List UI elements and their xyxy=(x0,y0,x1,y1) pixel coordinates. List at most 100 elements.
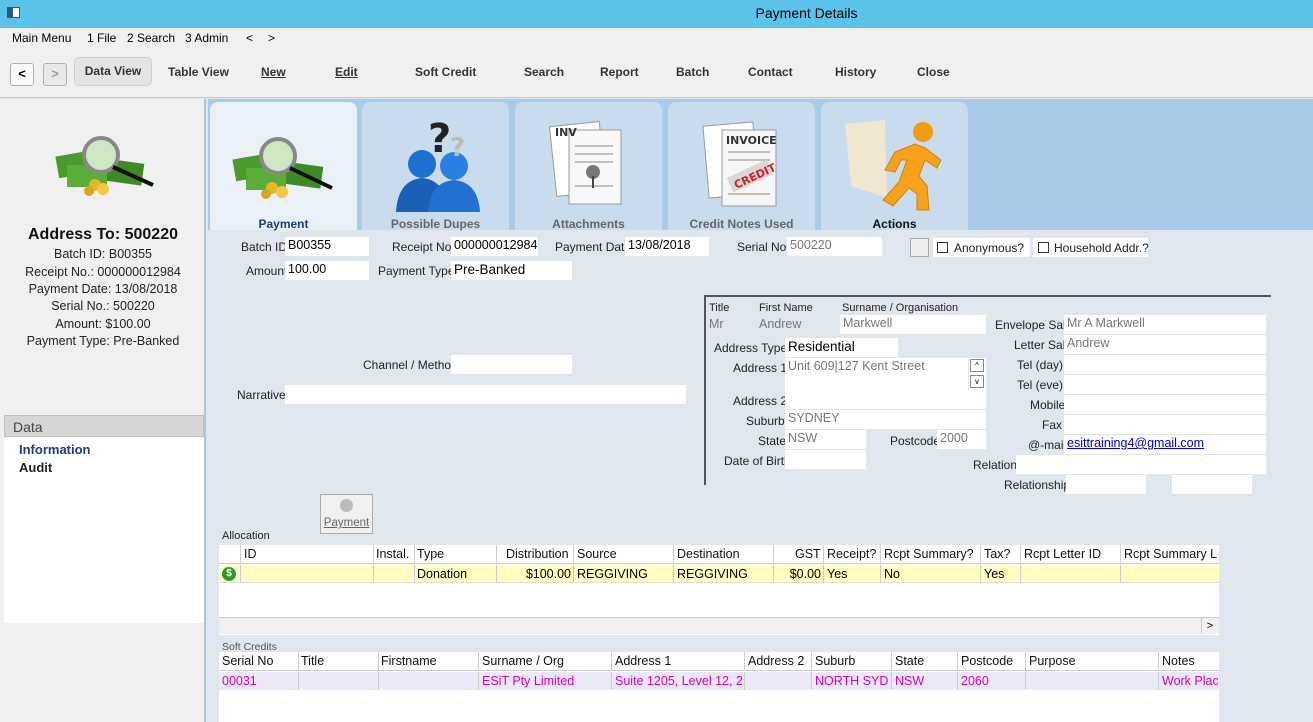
tab-payment[interactable]: Payment xyxy=(210,102,357,231)
sc-col-address2[interactable]: Address 2 xyxy=(748,654,804,668)
payment-type-field[interactable]: Pre-Banked xyxy=(451,261,572,280)
sc-col-title[interactable]: Title xyxy=(301,654,324,668)
allocation-hscrollbar[interactable]: > xyxy=(219,617,1219,634)
summary-amount: Amount: $100.00 xyxy=(55,317,151,331)
sc-col-serial[interactable]: Serial No xyxy=(222,654,273,668)
menu-scroll-right[interactable]: > xyxy=(268,31,275,45)
fax-label: Fax xyxy=(1042,418,1063,432)
table-row[interactable]: $ Donation $100.00 REGGIVING REGGIVING $… xyxy=(219,565,1219,583)
menu-search[interactable]: 2 Search xyxy=(127,31,175,45)
fax-field[interactable] xyxy=(1064,415,1266,434)
payment-button[interactable]: Payment xyxy=(320,494,373,534)
col-destination[interactable]: Destination xyxy=(677,547,740,561)
batch-id-field[interactable]: B00355 xyxy=(285,237,369,256)
soft-credit-button[interactable]: Soft Credit xyxy=(415,65,476,79)
sc-col-firstname[interactable]: Firstname xyxy=(381,654,437,668)
anonymous-checkbox[interactable] xyxy=(937,242,948,253)
col-tax[interactable]: Tax? xyxy=(984,547,1010,561)
close-button[interactable]: Close xyxy=(917,65,950,79)
payment-button-label: Payment xyxy=(323,517,370,529)
nav-item-audit[interactable]: Audit xyxy=(19,460,52,475)
payment-date-field[interactable]: 13/08/2018 xyxy=(625,237,709,256)
address-type-field[interactable]: Residential xyxy=(785,338,898,357)
sc-col-state[interactable]: State xyxy=(895,654,924,668)
col-source[interactable]: Source xyxy=(577,547,617,561)
mobile-field[interactable] xyxy=(1064,395,1266,414)
col-rcpt-summary-l[interactable]: Rcpt Summary L xyxy=(1124,547,1217,561)
col-receipt[interactable]: Receipt? xyxy=(827,547,876,561)
sc-col-postcode[interactable]: Postcode xyxy=(961,654,1013,668)
history-button[interactable]: History xyxy=(835,65,876,79)
edit-button[interactable]: Edit xyxy=(335,65,358,79)
report-button[interactable]: Report xyxy=(600,65,639,79)
channel-field[interactable] xyxy=(451,355,572,374)
address1-field[interactable]: Unit 609|127 Kent Street xyxy=(785,358,968,390)
col-type[interactable]: Type xyxy=(417,547,444,561)
sc-col-address1[interactable]: Address 1 xyxy=(615,654,671,668)
scroll-up-icon[interactable]: ^ xyxy=(970,359,984,372)
sc-col-notes[interactable]: Notes xyxy=(1162,654,1195,668)
tab-actions[interactable]: Actions xyxy=(821,102,968,231)
col-rcpt-letter-id[interactable]: Rcpt Letter ID xyxy=(1024,547,1101,561)
menu-admin[interactable]: 3 Admin xyxy=(185,31,228,45)
svg-text:INVOICE: INVOICE xyxy=(726,134,777,147)
summary-payment-type: Payment Type: Pre-Banked xyxy=(26,334,180,348)
scroll-right-icon[interactable]: > xyxy=(1201,618,1218,634)
dob-field[interactable] xyxy=(785,450,866,469)
relationship-field-2[interactable] xyxy=(1172,475,1252,494)
col-instal[interactable]: Instal. xyxy=(376,547,409,561)
suburb-field[interactable]: SYDNEY xyxy=(785,410,986,429)
household-checkbox[interactable] xyxy=(1038,242,1049,253)
sc-col-suburb[interactable]: Suburb xyxy=(815,654,855,668)
menu-main[interactable]: Main Menu xyxy=(12,31,71,45)
tel-eve-field[interactable] xyxy=(1064,375,1266,394)
email-label: @-mail xyxy=(1028,438,1067,452)
contact-button[interactable]: Contact xyxy=(748,65,793,79)
receipt-no-field[interactable]: 000000012984 xyxy=(451,237,538,256)
menu-scroll-left[interactable]: < xyxy=(246,31,253,45)
back-button[interactable]: < xyxy=(10,63,34,86)
summary-batch-id: Batch ID: B00355 xyxy=(54,247,152,261)
col-rcpt-summary[interactable]: Rcpt Summary? xyxy=(884,547,974,561)
address2-field[interactable] xyxy=(785,390,986,409)
col-gst[interactable]: GST xyxy=(795,547,821,561)
forward-button[interactable]: > xyxy=(43,63,67,86)
contact-first-name-value[interactable]: Andrew xyxy=(759,317,801,331)
email-field[interactable]: esittraining4@gmail.com xyxy=(1064,435,1266,454)
serial-no-field[interactable]: 500220 xyxy=(787,237,882,256)
search-button[interactable]: Search xyxy=(524,65,564,79)
batch-button[interactable]: Batch xyxy=(676,65,709,79)
tab-attachments[interactable]: INV Attachments xyxy=(515,102,662,231)
postcode-field[interactable]: 2000 xyxy=(937,430,986,449)
serial-lookup-button[interactable] xyxy=(910,238,929,257)
tab-credit-notes-label: Credit Notes Used xyxy=(689,217,794,231)
sc-col-surname[interactable]: Surname / Org xyxy=(482,654,564,668)
cell-rcpt-summary: No xyxy=(884,567,900,581)
household-label: Household Addr.? xyxy=(1054,241,1149,255)
address1-scrollbar[interactable]: ^ v xyxy=(969,358,986,390)
narrative-field[interactable] xyxy=(285,385,686,404)
new-button[interactable]: New xyxy=(261,65,286,79)
menu-file[interactable]: 1 File xyxy=(87,31,116,45)
contact-surname-field[interactable]: Markwell xyxy=(840,315,986,334)
table-row[interactable]: 00031 ESiT Pty Limited Suite 1205, Level… xyxy=(219,672,1219,690)
table-view-button[interactable]: Table View xyxy=(168,65,229,79)
col-distribution[interactable]: Distribution xyxy=(506,547,569,561)
sc-col-purpose[interactable]: Purpose xyxy=(1029,654,1076,668)
address-to: Address To: 500220 xyxy=(28,226,178,243)
relationship-field[interactable] xyxy=(1066,475,1146,494)
summary-receipt-no: Receipt No.: 000000012984 xyxy=(25,265,181,279)
amount-field[interactable]: 100.00 xyxy=(285,261,369,280)
scroll-down-icon[interactable]: v xyxy=(970,375,984,388)
tel-day-field[interactable] xyxy=(1064,355,1266,374)
data-view-button[interactable]: Data View xyxy=(74,57,152,86)
contact-title-value[interactable]: Mr xyxy=(709,317,724,331)
state-field[interactable]: NSW xyxy=(785,430,866,449)
col-id[interactable]: ID xyxy=(244,547,257,561)
tab-credit-notes-used[interactable]: INVOICE CREDIT Credit Notes Used xyxy=(668,102,815,231)
relation-field[interactable] xyxy=(1016,455,1266,474)
envelope-field[interactable]: Mr A Markwell xyxy=(1064,315,1266,334)
nav-item-information[interactable]: Information xyxy=(19,442,91,457)
tab-possible-dupes[interactable]: ? ? Possible Dupes xyxy=(362,102,509,231)
letter-field[interactable]: Andrew xyxy=(1064,335,1266,354)
